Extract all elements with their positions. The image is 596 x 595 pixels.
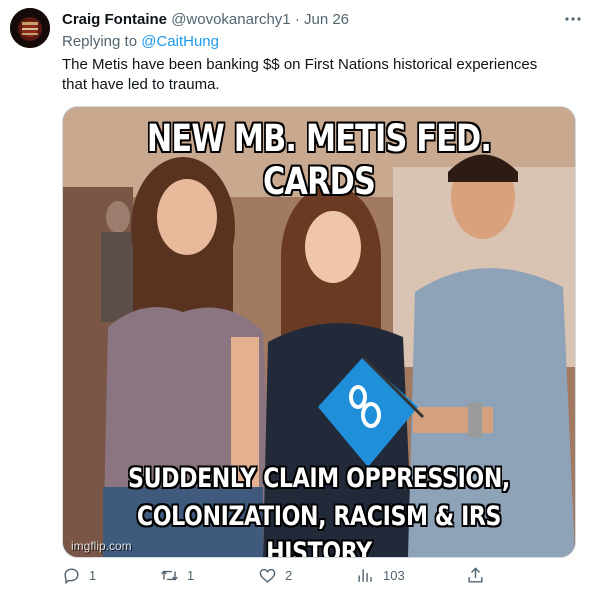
retweet-button[interactable]: 1	[160, 566, 194, 585]
meme-bottom-caption-line2: COLONIZATION, RACISM & IRS HISTORY	[136, 501, 502, 558]
like-icon	[259, 568, 276, 583]
like-count: 2	[285, 568, 293, 583]
imgflip-watermark: imgflip.com	[71, 539, 132, 553]
reply-button[interactable]: 1	[62, 566, 96, 585]
reply-icon	[64, 568, 79, 585]
tweet: Craig Fontaine @wovokanarchy1 · Jun 26 R…	[0, 0, 596, 595]
reply-count: 1	[89, 568, 97, 583]
replying-to-prefix: Replying to	[62, 33, 142, 50]
retweet-count: 1	[187, 568, 195, 583]
avatar-image	[10, 8, 50, 48]
tweet-date[interactable]: Jun 26	[304, 11, 349, 28]
views-button[interactable]: 103	[356, 566, 405, 585]
meme-bottom-caption-line1: SUDDENLY CLAIM OPPRESSION,	[128, 463, 510, 494]
retweet-icon	[161, 570, 178, 581]
tweet-media[interactable]: NEW MB. METIS FED. CARDS SUDDENLY CLAIM …	[62, 106, 576, 558]
share-button[interactable]	[466, 566, 485, 585]
like-button[interactable]: 2	[258, 566, 292, 585]
share-icon	[468, 567, 483, 583]
tweet-text: The Metis have been banking $$ on First …	[62, 56, 538, 93]
author-name[interactable]: Craig Fontaine	[62, 11, 167, 28]
replying-to-user-link[interactable]: @CaitHung	[141, 33, 219, 50]
action-bar: 1 1 2 103	[62, 566, 574, 588]
tweet-header: Craig Fontaine @wovokanarchy1 · Jun 26	[62, 10, 349, 30]
author-handle[interactable]: @wovokanarchy1	[171, 11, 290, 28]
replying-to: Replying to @CaitHung	[62, 33, 219, 50]
separator-dot: ·	[294, 11, 300, 28]
avatar[interactable]	[10, 8, 50, 48]
views-icon	[358, 569, 372, 582]
more-icon[interactable]	[564, 10, 582, 31]
meme-top-caption: NEW MB. METIS FED. CARDS	[146, 117, 492, 203]
views-count: 103	[383, 568, 405, 583]
